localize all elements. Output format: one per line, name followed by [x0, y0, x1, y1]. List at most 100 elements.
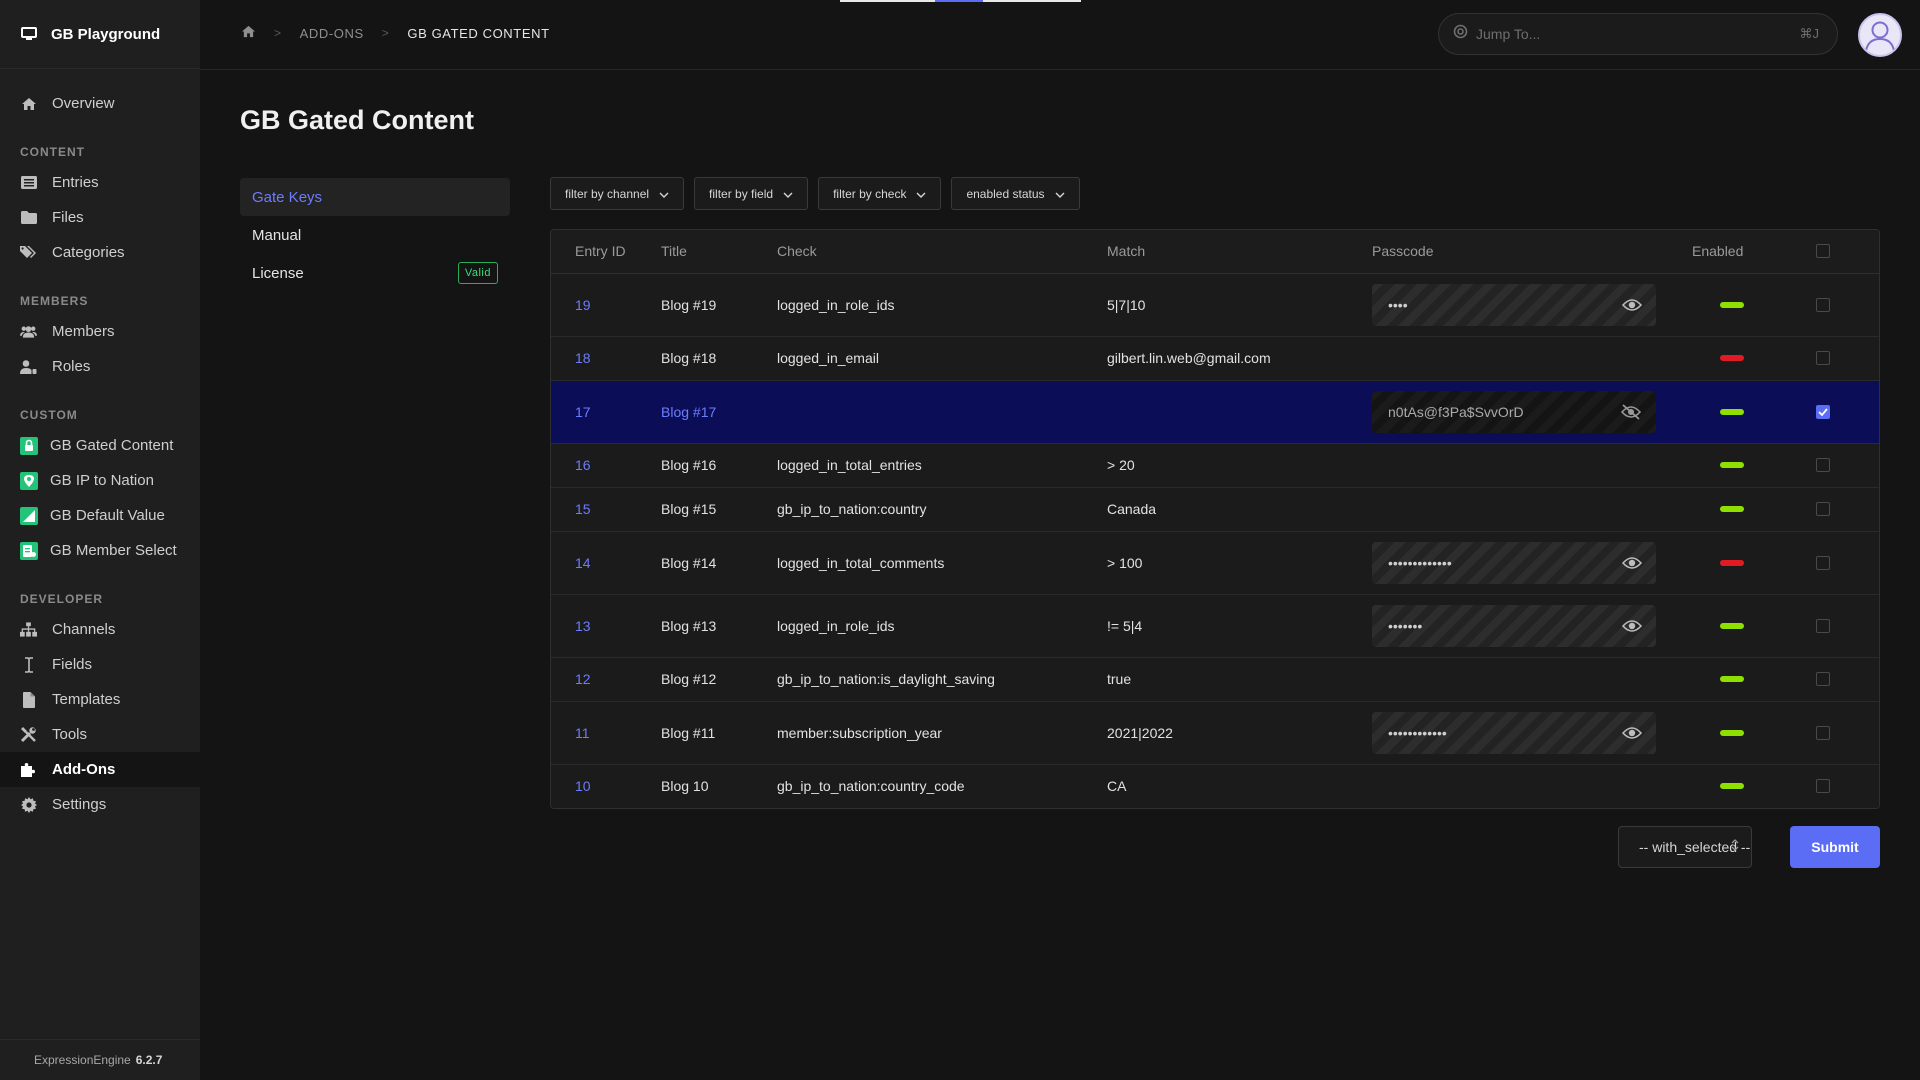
check-value: gb_ip_to_nation:country_code — [777, 764, 1107, 808]
home-icon[interactable] — [241, 25, 256, 41]
sidebar-item-files[interactable]: Files — [0, 200, 200, 235]
sidebar-item-settings[interactable]: Settings — [0, 787, 200, 822]
sidebar-item-channels[interactable]: Channels — [0, 612, 200, 647]
sidebar-item-gb-member-select[interactable]: GB Member Select — [0, 533, 200, 568]
eye-icon[interactable] — [1622, 726, 1642, 740]
table-row[interactable]: 19 Blog #19 logged_in_role_ids 5|7|10 •••• — [551, 273, 1879, 337]
row-checkbox-cell — [1796, 594, 1879, 658]
sidebar-item-gb-gated-content[interactable]: GB Gated Content — [0, 428, 200, 463]
match-value: != 5|4 — [1107, 594, 1372, 658]
sidebar-item-fields[interactable]: Fields — [0, 647, 200, 682]
jump-to-search[interactable]: Jump To... ⌘J — [1438, 13, 1838, 55]
passcode-field[interactable]: •••• — [1372, 283, 1656, 326]
enabled-status-indicator[interactable] — [1720, 355, 1744, 361]
enabled-status-indicator[interactable] — [1720, 559, 1744, 566]
brand[interactable]: GB Playground — [0, 0, 200, 69]
row-checkbox[interactable] — [1816, 351, 1830, 365]
sidebar-item-entries[interactable]: Entries — [0, 165, 200, 200]
row-checkbox[interactable] — [1816, 555, 1830, 570]
select-all-checkbox[interactable] — [1816, 244, 1830, 259]
tab-license[interactable]: License Valid — [240, 254, 510, 292]
filter-enabled-status-dropdown[interactable]: enabled status — [951, 177, 1080, 210]
enabled-status-indicator[interactable] — [1720, 622, 1744, 629]
enabled-status-indicator[interactable] — [1720, 301, 1744, 308]
enabled-cell — [1686, 273, 1796, 337]
enabled-status-indicator[interactable] — [1720, 408, 1744, 415]
filter-channel-dropdown[interactable]: filter by channel — [550, 177, 685, 210]
table-row[interactable]: 16 Blog #16 logged_in_total_entries > 20 — [551, 443, 1879, 488]
entry-id-link[interactable]: 16 — [551, 443, 661, 488]
entry-id-link[interactable]: 15 — [551, 487, 661, 532]
row-checkbox[interactable] — [1816, 458, 1830, 472]
filter-label: filter by field — [709, 186, 774, 201]
column-header-match[interactable]: Match — [1107, 230, 1372, 274]
entry-id-link[interactable]: 12 — [551, 657, 661, 702]
filter-field-dropdown[interactable]: filter by field — [694, 177, 809, 210]
passcode-field[interactable]: n0tAs@f3Pa$SvvOrD — [1372, 390, 1656, 433]
row-checkbox[interactable] — [1816, 502, 1830, 516]
tab-manual[interactable]: Manual — [240, 216, 510, 254]
row-checkbox[interactable] — [1816, 404, 1830, 419]
table-row[interactable]: 14 Blog #14 logged_in_total_comments > 100 •… — [551, 531, 1879, 595]
sidebar-item-gb-default-value[interactable]: GB Default Value — [0, 498, 200, 533]
row-checkbox[interactable] — [1816, 672, 1830, 686]
column-header-title[interactable]: Title — [661, 230, 777, 274]
table-row[interactable]: 10 Blog 10 gb_ip_to_nation:country_code CA — [551, 764, 1879, 808]
column-header-passcode[interactable]: Passcode — [1372, 230, 1686, 274]
entry-id-link[interactable]: 17 — [551, 380, 661, 444]
entry-id-link[interactable]: 11 — [551, 701, 661, 765]
table-body: 19 Blog #19 logged_in_role_ids 5|7|10 •••• 18… — [551, 273, 1879, 808]
sidebar-item-roles[interactable]: Roles — [0, 349, 200, 384]
eye-icon[interactable] — [1622, 298, 1642, 312]
submit-button[interactable]: Submit — [1790, 826, 1880, 868]
eye-slash-icon[interactable] — [1620, 403, 1642, 420]
breadcrumb-current: GB GATED CONTENT — [407, 25, 550, 41]
table-row[interactable]: 18 Blog #18 logged_in_email gilbert.lin.web… — [551, 336, 1879, 381]
filter-check-dropdown[interactable]: filter by check — [818, 177, 942, 210]
enabled-status-indicator[interactable] — [1720, 783, 1744, 790]
entry-id-link[interactable]: 10 — [551, 764, 661, 808]
table-row[interactable]: 11 Blog #11 member:subscription_year 2021|2… — [551, 701, 1879, 765]
breadcrumb-add-ons[interactable]: ADD-ONS — [300, 26, 364, 41]
eye-icon[interactable] — [1622, 619, 1642, 633]
table-row[interactable]: 12 Blog #12 gb_ip_to_nation:is_daylight_sa… — [551, 657, 1879, 702]
eye-icon[interactable] — [1622, 556, 1642, 570]
passcode-cell — [1372, 657, 1686, 702]
entry-id-link[interactable]: 18 — [551, 336, 661, 381]
map-pin-icon — [20, 471, 38, 490]
table-row[interactable]: 17 Blog #17 n0tAs@f3Pa$SvvOrD — [551, 380, 1879, 444]
passcode-field[interactable]: ••••••• — [1372, 604, 1656, 647]
entry-id-link[interactable]: 14 — [551, 531, 661, 595]
enabled-status-indicator[interactable] — [1720, 506, 1744, 512]
sidebar-item-overview[interactable]: Overview — [0, 86, 200, 121]
sidebar-item-members[interactable]: Members — [0, 314, 200, 349]
row-checkbox[interactable] — [1816, 725, 1830, 740]
column-header-enabled[interactable]: Enabled — [1686, 230, 1796, 274]
row-checkbox[interactable] — [1816, 618, 1830, 633]
sidebar-item-gb-ip-to-nation[interactable]: GB IP to Nation — [0, 463, 200, 498]
sidebar-item-categories[interactable]: Categories — [0, 235, 200, 270]
avatar[interactable] — [1858, 13, 1902, 57]
topbar: > ADD-ONS > GB GATED CONTENT Jump To... … — [200, 0, 1920, 70]
passcode-field[interactable]: ••••••••••••• — [1372, 541, 1656, 584]
entry-id-link[interactable]: 19 — [551, 273, 661, 337]
column-header-entry-id[interactable]: Entry ID — [551, 230, 661, 274]
enabled-status-indicator[interactable] — [1720, 676, 1744, 682]
entry-id-link[interactable]: 13 — [551, 594, 661, 658]
sidebar-item-add-ons[interactable]: Add-Ons — [0, 752, 200, 787]
enabled-status-indicator[interactable] — [1720, 462, 1744, 468]
sidebar-item-tools[interactable]: Tools — [0, 717, 200, 752]
column-header-check[interactable]: Check — [777, 230, 1107, 274]
sidebar-item-templates[interactable]: Templates — [0, 682, 200, 717]
table-row[interactable]: 15 Blog #15 gb_ip_to_nation:country Canada — [551, 487, 1879, 532]
row-checkbox[interactable] — [1816, 297, 1830, 312]
row-checkbox[interactable] — [1816, 779, 1830, 794]
with-selected-select[interactable]: -- with_selected -- — [1618, 826, 1752, 868]
enabled-cell — [1686, 594, 1796, 658]
tab-gate-keys[interactable]: Gate Keys — [240, 178, 510, 216]
default-value-icon — [20, 506, 38, 525]
passcode-field[interactable]: •••••••••••• — [1372, 711, 1656, 754]
table-row[interactable]: 13 Blog #13 logged_in_role_ids != 5|4 ••••••… — [551, 594, 1879, 658]
sidebar-item-label: GB Member Select — [50, 542, 177, 559]
enabled-status-indicator[interactable] — [1720, 729, 1744, 736]
